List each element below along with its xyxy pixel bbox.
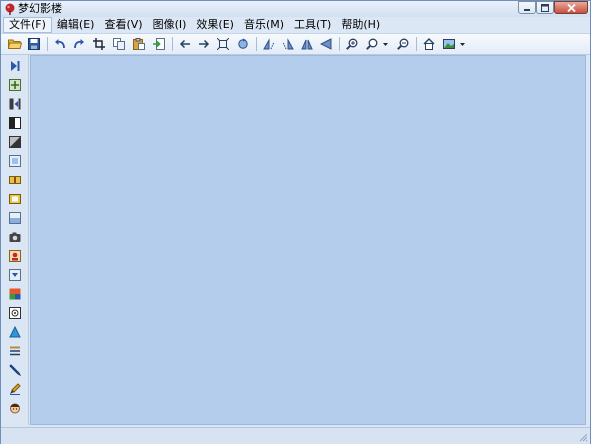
close-button[interactable] — [554, 1, 588, 14]
add-icon[interactable] — [8, 78, 22, 92]
photo-icon[interactable] — [8, 249, 22, 263]
menu-image[interactable]: 图像(I) — [148, 18, 192, 32]
crop-icon[interactable] — [91, 36, 107, 52]
film-icon[interactable] — [8, 192, 22, 206]
menu-edit[interactable]: 编辑(E) — [52, 18, 100, 32]
resize-grip-icon[interactable] — [578, 432, 588, 442]
transition-icon[interactable] — [8, 97, 22, 111]
zoom-in-icon[interactable] — [344, 36, 360, 52]
brush-icon[interactable] — [8, 382, 22, 396]
face-icon[interactable] — [8, 401, 22, 415]
triangle-icon[interactable] — [8, 325, 22, 339]
flip-right-icon[interactable] — [280, 36, 296, 52]
toolbar-separator — [256, 37, 257, 51]
app-logo-icon — [4, 3, 16, 15]
import-icon[interactable] — [151, 36, 167, 52]
title-bar[interactable]: 梦幻影楼 — [1, 1, 590, 17]
pen-icon[interactable] — [8, 363, 22, 377]
paste-icon[interactable] — [131, 36, 147, 52]
frame-icon[interactable] — [8, 154, 22, 168]
menu-music[interactable]: 音乐(M) — [239, 18, 289, 32]
lines-icon[interactable] — [8, 344, 22, 358]
toolbar-separator — [172, 37, 173, 51]
save-icon[interactable] — [26, 36, 42, 52]
menu-tools[interactable]: 工具(T) — [289, 18, 336, 32]
maximize-icon — [541, 3, 549, 12]
menu-effects[interactable]: 效果(E) — [191, 18, 239, 32]
mirror-icon[interactable] — [299, 36, 315, 52]
zoom-dropdown-icon[interactable] — [364, 36, 380, 52]
rotate-icon[interactable] — [235, 36, 251, 52]
next-icon[interactable] — [196, 36, 212, 52]
minimize-icon — [524, 8, 530, 11]
toolbar-separator — [47, 37, 48, 51]
target-icon[interactable] — [8, 306, 22, 320]
camera-icon[interactable] — [8, 230, 22, 244]
triangle-left-icon[interactable] — [318, 36, 334, 52]
color-icon[interactable] — [8, 287, 22, 301]
merge-icon[interactable] — [8, 173, 22, 187]
play-icon[interactable] — [8, 59, 22, 73]
zoom-dropdown-arrow-icon[interactable] — [382, 36, 389, 52]
flip-left-icon[interactable] — [261, 36, 277, 52]
previous-icon[interactable] — [177, 36, 193, 52]
download-icon[interactable] — [8, 268, 22, 282]
close-icon — [566, 3, 576, 12]
status-bar — [1, 427, 590, 444]
undo-icon[interactable] — [52, 36, 68, 52]
picture-icon[interactable] — [441, 36, 457, 52]
fit-icon[interactable] — [215, 36, 231, 52]
menu-view[interactable]: 查看(V) — [99, 18, 147, 32]
workspace-canvas[interactable] — [30, 55, 586, 425]
panel-icon[interactable] — [8, 211, 22, 225]
menu-file[interactable]: 文件(F) — [3, 17, 52, 33]
app-window: 梦幻影楼 文件(F) 编辑(E) 查看(V) 图像(I) 效果(E) 音乐(M)… — [0, 0, 591, 444]
menu-bar: 文件(F) 编辑(E) 查看(V) 图像(I) 效果(E) 音乐(M) 工具(T… — [1, 17, 590, 33]
menu-help[interactable]: 帮助(H) — [336, 18, 385, 32]
toolbar-separator — [339, 37, 340, 51]
toolbar-separator — [416, 37, 417, 51]
picture-dropdown-arrow-icon[interactable] — [459, 36, 466, 52]
window-title: 梦幻影楼 — [18, 2, 62, 15]
maximize-button[interactable] — [536, 1, 554, 14]
main-toolbar — [1, 33, 590, 55]
contrast-icon[interactable] — [8, 135, 22, 149]
tool-sidebar — [3, 55, 29, 425]
split-icon[interactable] — [8, 116, 22, 130]
zoom-out-icon[interactable] — [395, 36, 411, 52]
home-icon[interactable] — [421, 36, 437, 52]
minimize-button[interactable] — [518, 1, 536, 14]
open-folder-icon[interactable] — [7, 36, 23, 52]
copy-icon[interactable] — [111, 36, 127, 52]
redo-icon[interactable] — [71, 36, 87, 52]
